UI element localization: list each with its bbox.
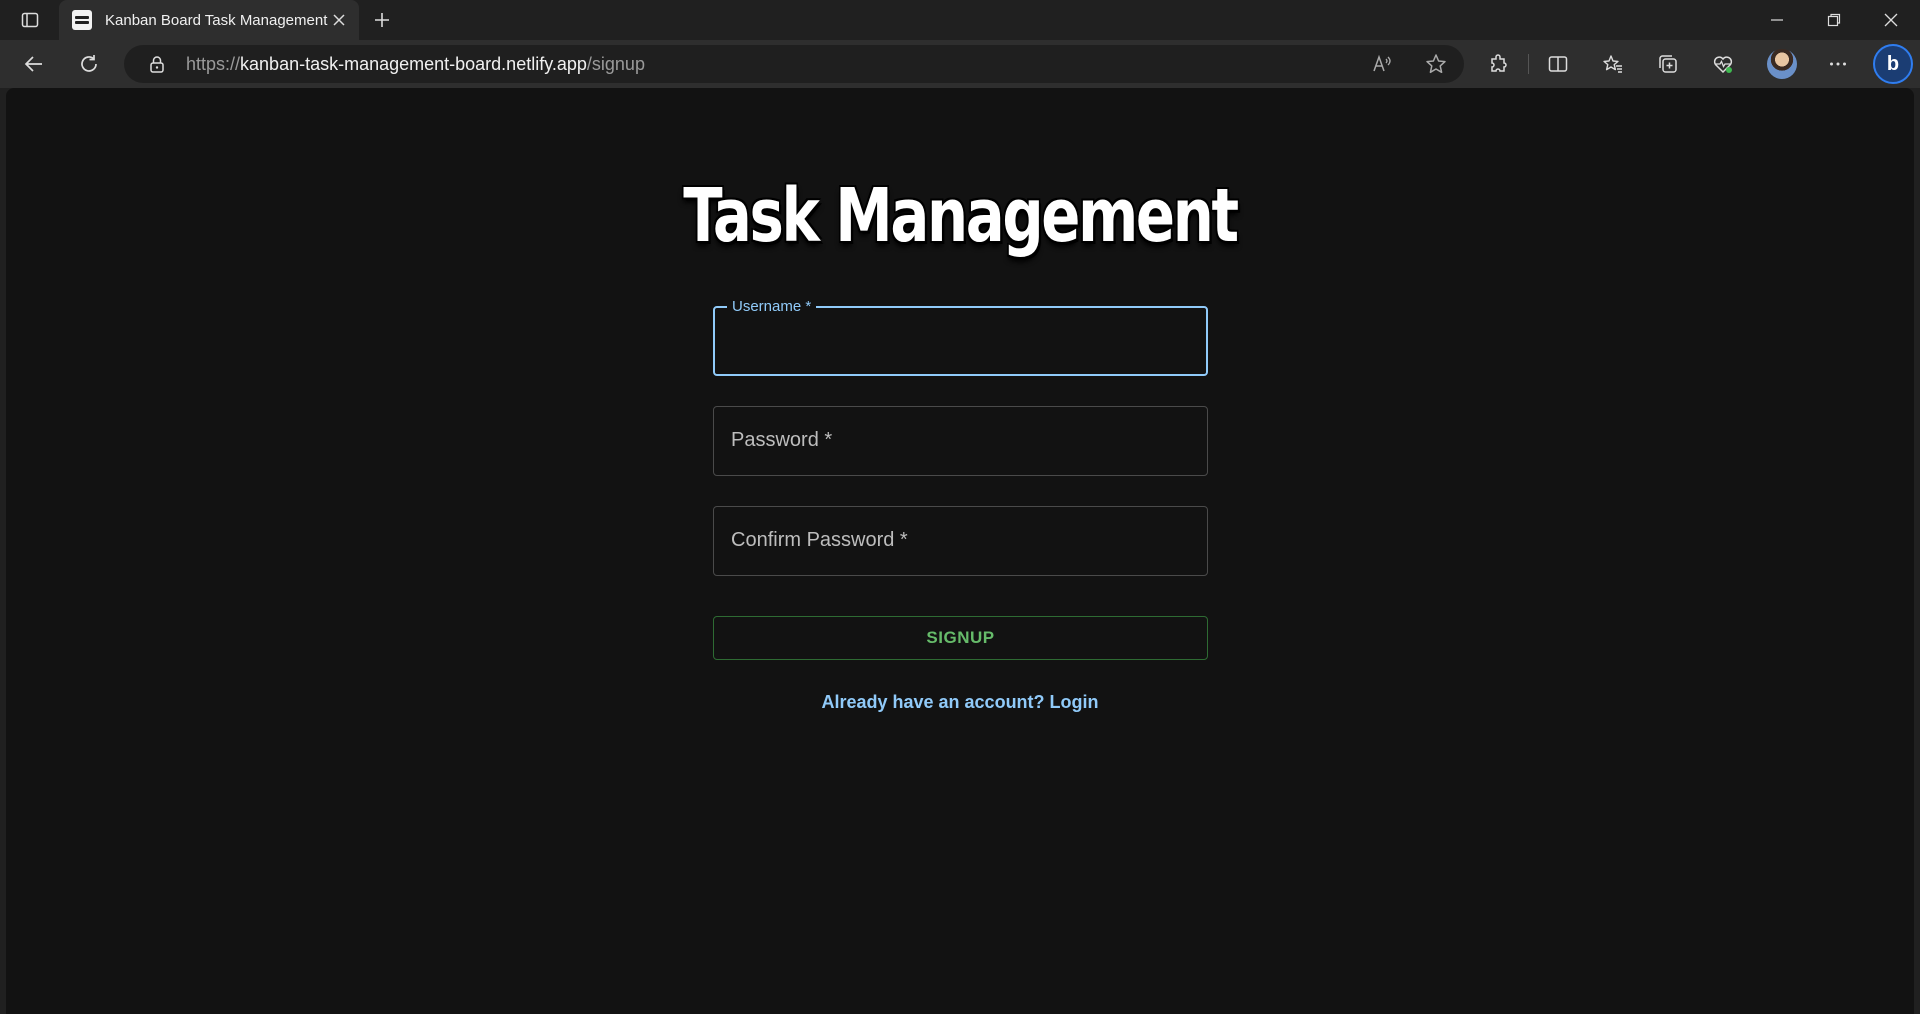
confirm-password-input[interactable] — [714, 507, 1207, 575]
browser-essentials-icon[interactable] — [1707, 48, 1739, 80]
read-aloud-icon[interactable] — [1370, 52, 1394, 76]
restore-icon[interactable] — [1805, 0, 1863, 40]
minimize-icon[interactable] — [1748, 0, 1806, 40]
address-bar[interactable]: https://kanban-task-management-board.net… — [124, 45, 1464, 83]
extensions-icon[interactable] — [1483, 48, 1515, 80]
more-icon[interactable] — [1822, 48, 1854, 80]
username-input[interactable] — [715, 308, 1206, 374]
browser-toolbar: https://kanban-task-management-board.net… — [0, 40, 1920, 88]
tab-actions-icon[interactable] — [12, 6, 48, 34]
favorites-icon[interactable] — [1597, 48, 1629, 80]
plus-icon[interactable] — [368, 6, 396, 34]
toolbar-separator — [1528, 54, 1529, 74]
login-link[interactable]: Already have an account? Login — [6, 692, 1914, 713]
url-prefix: https:// — [186, 54, 241, 74]
confirm-password-field[interactable]: Confirm Password * — [713, 506, 1208, 576]
close-window-icon[interactable] — [1862, 0, 1920, 40]
url-host: kanban-task-management-board.netlify.app — [240, 54, 587, 74]
split-screen-icon[interactable] — [1542, 48, 1574, 80]
browser-titlebar: Kanban Board Task Management — [0, 0, 1920, 40]
refresh-icon[interactable] — [73, 48, 105, 80]
url-path: /signup — [586, 54, 645, 74]
browser-tab[interactable]: Kanban Board Task Management — [59, 0, 359, 40]
copilot-icon[interactable]: b — [1873, 44, 1913, 84]
collections-icon[interactable] — [1652, 48, 1684, 80]
page-viewport: Task Management Username * Password * Co… — [6, 88, 1914, 1014]
tab-title: Kanban Board Task Management — [105, 11, 328, 29]
password-field[interactable]: Password * — [713, 406, 1208, 476]
password-input[interactable] — [714, 407, 1207, 475]
back-icon[interactable] — [18, 48, 50, 80]
lock-icon[interactable] — [148, 55, 166, 73]
username-field[interactable]: Username * — [713, 298, 1208, 376]
star-icon[interactable] — [1424, 52, 1448, 76]
signup-button[interactable]: SIGNUP — [713, 616, 1208, 660]
profile-avatar[interactable] — [1767, 49, 1797, 79]
url-text[interactable]: https://kanban-task-management-board.net… — [186, 54, 645, 75]
site-favicon-icon — [72, 10, 92, 30]
close-icon[interactable] — [329, 10, 349, 30]
page-title: Task Management — [683, 173, 1239, 259]
